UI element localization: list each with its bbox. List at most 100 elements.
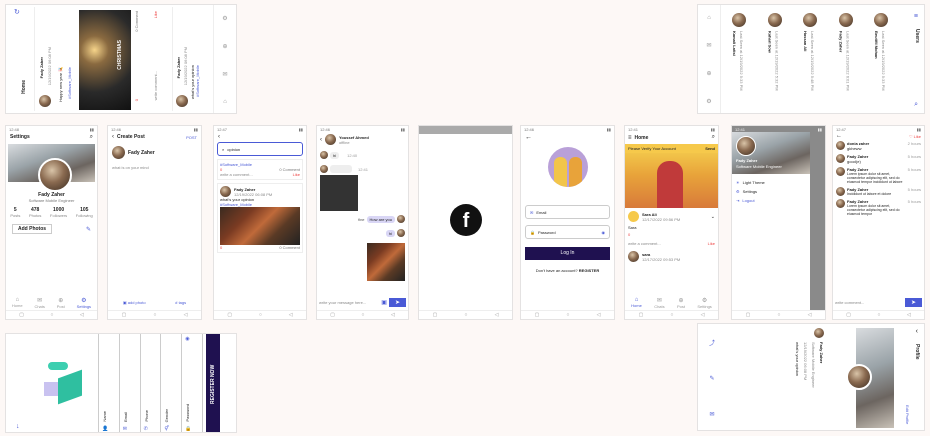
send-button[interactable]: ➤ xyxy=(388,298,406,307)
chats-icon[interactable]: ✉ xyxy=(706,42,711,49)
back-icon[interactable]: ◁ xyxy=(701,312,705,318)
nav-settings[interactable]: Settings xyxy=(77,304,91,309)
sync-icon[interactable]: ↻ xyxy=(14,8,20,16)
back-icon[interactable]: ◁ xyxy=(184,312,188,318)
search-icon[interactable]: ⌕ xyxy=(90,134,93,141)
comment-input[interactable]: write comment... xyxy=(835,300,903,305)
search-icon[interactable]: ⌕ xyxy=(914,101,918,109)
edit-profile-button[interactable]: Edit Profile xyxy=(905,405,910,424)
recent-icon[interactable]: ▢ xyxy=(639,312,644,318)
post-icon[interactable]: ⊕ xyxy=(57,297,65,304)
image-icon[interactable]: ▣ xyxy=(381,299,387,306)
add-photo-button[interactable]: ▣ add photo xyxy=(123,300,146,305)
name-field[interactable]: Name 👤 xyxy=(98,334,119,432)
recent-icon[interactable]: ▢ xyxy=(433,312,438,318)
search-field[interactable]: ⌕ opinion xyxy=(217,142,303,156)
home-sys-icon[interactable]: ○ xyxy=(670,312,673,318)
recent-icon[interactable]: ▢ xyxy=(227,312,232,318)
send-button[interactable]: Send xyxy=(705,146,715,151)
recent-icon[interactable]: ▢ xyxy=(122,312,127,318)
chat-icon[interactable]: ✉ xyxy=(709,411,714,418)
drawer-item-theme[interactable]: ☀ Light Theme xyxy=(732,174,810,187)
nav-post[interactable]: Post xyxy=(677,304,685,309)
post-hashtag[interactable]: #Software_Mobile xyxy=(195,65,200,97)
home-sys-icon[interactable]: ○ xyxy=(361,312,364,318)
recent-icon[interactable]: ▢ xyxy=(746,312,751,318)
more-icon[interactable]: ⌄ xyxy=(711,214,715,220)
register-button[interactable]: REGISTER NOW xyxy=(206,334,220,432)
home-sys-icon[interactable]: ○ xyxy=(259,312,262,318)
chats-icon[interactable]: ✉ xyxy=(222,71,227,78)
login-button[interactable]: Log In xyxy=(525,247,610,260)
back-icon[interactable]: ◁ xyxy=(495,312,499,318)
post-icon[interactable]: ⊕ xyxy=(677,297,685,304)
back-arrow-icon[interactable]: ‹ xyxy=(214,134,306,140)
nav-home[interactable]: Home xyxy=(12,303,23,308)
chats-icon[interactable]: ✉ xyxy=(34,297,44,304)
chats-icon[interactable]: ✉ xyxy=(654,297,664,304)
home-icon[interactable]: ⌂ xyxy=(707,15,711,21)
write-comment[interactable]: write a comment... xyxy=(220,172,253,177)
user-row[interactable]: Hassan Ali Last Seen at 12/19/2022 5:48 … xyxy=(797,11,827,107)
nav-chats[interactable]: Chats xyxy=(34,304,44,309)
post-icon[interactable]: ⊕ xyxy=(222,43,227,50)
post-icon[interactable]: ⊕ xyxy=(706,70,711,77)
tags-button[interactable]: # tags xyxy=(175,300,186,305)
message-input[interactable]: write your message here... xyxy=(319,300,379,305)
eye-icon[interactable]: ◉ xyxy=(602,230,606,235)
back-arrow-icon[interactable]: ← xyxy=(521,134,614,141)
write-comment[interactable]: write a comment... xyxy=(628,241,661,246)
email-field[interactable]: ✉ Email xyxy=(525,205,610,219)
edit-icon[interactable]: ✎ xyxy=(709,375,714,382)
back-icon[interactable]: ◁ xyxy=(907,312,911,318)
post-hashtag[interactable]: #Software_Mobile xyxy=(67,67,72,99)
settings-icon[interactable]: ⚙ xyxy=(77,297,91,304)
recent-icon[interactable]: ▢ xyxy=(19,312,24,318)
nav-settings[interactable]: Settings xyxy=(697,304,711,309)
password-field[interactable]: Password 🔒 ◉ xyxy=(181,334,203,432)
back-icon[interactable]: ◁ xyxy=(808,312,812,318)
menu-icon[interactable]: ≡ xyxy=(628,135,632,141)
email-field[interactable]: Email ✉ xyxy=(118,334,140,432)
back-arrow-icon[interactable]: ← xyxy=(836,133,842,139)
nav-chats[interactable]: Chats xyxy=(654,304,664,309)
drawer-item-settings[interactable]: ⚙ Settings xyxy=(732,187,810,196)
settings-icon[interactable]: ⚙ xyxy=(222,15,227,22)
like-button[interactable]: Like xyxy=(708,241,715,246)
user-row[interactable]: Beutifil Mohan Last Seen at 12/19/2022 5… xyxy=(868,11,898,107)
user-row[interactable]: Kahari Sow Last Seen at 12/19/2022 5:32 … xyxy=(762,11,792,107)
settings-icon[interactable]: ⚙ xyxy=(706,98,711,105)
post-button[interactable]: POST xyxy=(186,135,197,140)
back-icon[interactable]: ◁ xyxy=(289,312,293,318)
gender-field[interactable]: Gender ⚥ xyxy=(160,334,181,432)
user-row[interactable]: Kamali Latisi Last Seen at 12/19/2022 5:… xyxy=(726,11,756,107)
search-icon[interactable]: ⌕ xyxy=(712,134,715,141)
back-arrow-icon[interactable]: ‹ xyxy=(112,134,114,140)
like-button[interactable]: Like xyxy=(293,172,300,177)
recent-icon[interactable]: ▢ xyxy=(330,312,335,318)
recent-icon[interactable]: ▢ xyxy=(846,312,851,318)
home-sys-icon[interactable]: ○ xyxy=(464,312,467,318)
send-button[interactable]: ➤ xyxy=(904,298,922,307)
like-button[interactable]: ♡ Like xyxy=(909,134,921,139)
home-icon[interactable]: ⌂ xyxy=(223,99,227,105)
settings-icon[interactable]: ⚙ xyxy=(697,297,711,304)
nav-post[interactable]: Post xyxy=(57,304,65,309)
home-sys-icon[interactable]: ○ xyxy=(566,312,569,318)
recent-icon[interactable]: ▢ xyxy=(535,312,540,318)
like-button[interactable]: Like xyxy=(153,11,158,18)
menu-icon[interactable]: ≡ xyxy=(914,13,918,20)
add-photos-button[interactable]: Add Photos xyxy=(12,224,53,234)
post-textarea[interactable]: what is on your mind xyxy=(108,165,201,170)
back-arrow-icon[interactable]: ↓ xyxy=(16,423,20,430)
home-sys-icon[interactable]: ○ xyxy=(153,312,156,318)
home-sys-icon[interactable]: ○ xyxy=(877,312,880,318)
user-row[interactable]: Fady Zaher Last Seen at 12/19/2022 6:01 … xyxy=(833,11,863,107)
edit-icon[interactable]: ✎ xyxy=(86,226,91,233)
eye-icon[interactable]: ◉ xyxy=(185,336,189,342)
back-icon[interactable]: ◁ xyxy=(391,312,395,318)
back-icon[interactable]: ◁ xyxy=(80,312,84,318)
phone-field[interactable]: Phone ✆ xyxy=(139,334,161,432)
back-arrow-icon[interactable]: ‹ xyxy=(320,137,322,143)
back-arrow-icon[interactable]: ‹ xyxy=(916,328,918,335)
